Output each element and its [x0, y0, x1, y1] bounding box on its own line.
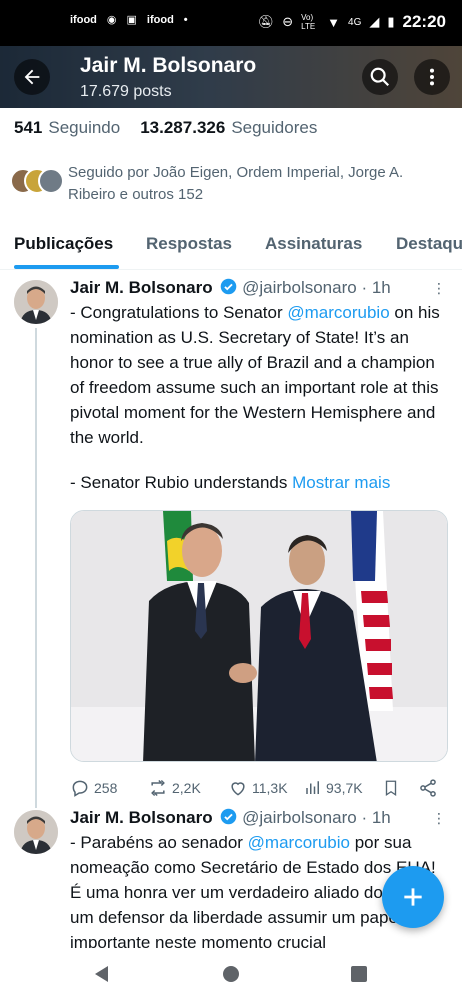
- post-text: - Congratulations to Senator @marcorubio…: [70, 300, 450, 450]
- post-text-part: on his nomination as U.S. Secretary of S…: [70, 303, 440, 447]
- chrome-icon: ◉: [106, 14, 117, 26]
- tab-publicacoes[interactable]: Publicações: [14, 234, 113, 254]
- messages-icon: ▣: [126, 14, 137, 26]
- post-text-part: - Congratulations to Senator: [70, 303, 288, 322]
- reply-icon: [72, 780, 88, 797]
- bookmark-button[interactable]: [382, 778, 400, 798]
- repost-count: 2,2K: [172, 780, 201, 796]
- follower-avatar: [38, 168, 64, 194]
- more-vertical-icon: [429, 68, 435, 86]
- post-header: Jair M. Bolsonaro @jairbolsonaro · 1h: [70, 278, 391, 298]
- post-more-icon[interactable]: ⋮: [432, 810, 446, 827]
- profile-name: Jair M. Bolsonaro: [80, 54, 257, 77]
- mention-link[interactable]: @marcorubio: [287, 303, 389, 322]
- share-button[interactable]: [418, 778, 438, 798]
- post[interactable]: Jair M. Bolsonaro @jairbolsonaro · 1h ⋮ …: [0, 278, 462, 808]
- avatar[interactable]: [14, 810, 58, 854]
- system-nav-bar: [0, 948, 462, 1000]
- ifood-badge: ifood: [70, 13, 97, 26]
- thread-line: [35, 328, 37, 808]
- post-text-continued: - Senator Rubio understands Mostrar mais: [70, 470, 450, 495]
- following-count[interactable]: 541: [14, 118, 42, 138]
- wifi-icon: ▼: [327, 14, 341, 30]
- dnd-icon: ⊖: [282, 14, 294, 29]
- share-icon: [420, 779, 436, 797]
- signal-icon: ◢: [369, 14, 380, 29]
- mute-icon: 🔕︎: [257, 14, 275, 29]
- dot-icon: •: [183, 13, 188, 26]
- author-handle[interactable]: @jairbolsonaro: [242, 278, 357, 297]
- repost-button[interactable]: 2,2K: [148, 778, 201, 798]
- active-tab-indicator: [14, 265, 119, 269]
- followers-count[interactable]: 13.287.326: [140, 118, 225, 138]
- follow-stats: 541 Seguindo 13.287.326 Seguidores: [14, 118, 331, 138]
- reply-count: 258: [94, 780, 118, 796]
- tab-respostas[interactable]: Respostas: [146, 234, 232, 254]
- back-arrow-icon: [24, 69, 40, 85]
- followers-label[interactable]: Seguidores: [231, 118, 317, 138]
- tab-destaques[interactable]: Destaqu: [396, 234, 462, 254]
- volte-label: Vo) LTE: [301, 13, 316, 31]
- post-text-part: - Senator Rubio understands: [70, 473, 293, 492]
- search-icon: [370, 67, 390, 87]
- nav-recents-icon[interactable]: [350, 964, 368, 984]
- views-count: 93,7K: [326, 780, 363, 796]
- battery-icon: ▮: [387, 14, 395, 29]
- following-label[interactable]: Seguindo: [48, 118, 120, 138]
- profile-header: Jair M. Bolsonaro 17.679 posts: [0, 46, 462, 108]
- like-count: 11,3K: [252, 780, 288, 796]
- posts-count: 17.679 posts: [80, 83, 172, 100]
- nav-back-icon[interactable]: [92, 964, 110, 984]
- like-button[interactable]: 11,3K: [228, 778, 288, 798]
- views-chart-icon: [306, 781, 319, 794]
- avatar[interactable]: [14, 280, 58, 324]
- tab-assinaturas[interactable]: Assinaturas: [265, 234, 362, 254]
- compose-button[interactable]: [382, 866, 444, 928]
- post-image[interactable]: [70, 510, 448, 762]
- ifood-badge-2: ifood: [146, 13, 174, 26]
- status-bar: ifood ◉ ▣ ifood • 🔕︎ ⊖ Vo) LTE ▼ 4G ◢ ▮ …: [0, 0, 462, 46]
- more-options-button[interactable]: [414, 59, 450, 95]
- avatar-image: [14, 280, 58, 324]
- post-photo: [71, 511, 447, 761]
- post-actions: 258 2,2K 11,3K 93,7K: [70, 778, 442, 800]
- status-right-icons: 🔕︎ ⊖ Vo) LTE ▼ 4G ◢ ▮ 22:20: [258, 12, 446, 32]
- profile-tabs: Publicações Respostas Assinaturas Destaq…: [0, 228, 462, 270]
- bookmark-icon: [385, 780, 397, 797]
- clock: 22:20: [402, 12, 446, 31]
- post-time: · 1h: [361, 278, 391, 297]
- author-name[interactable]: Jair M. Bolsonaro: [70, 278, 213, 297]
- repost-icon: [151, 779, 165, 797]
- followed-by-text: Seguido por João Eigen, Ordem Imperial, …: [68, 164, 404, 203]
- post-time: · 1h: [361, 808, 391, 827]
- post-more-icon[interactable]: ⋮: [432, 280, 446, 297]
- nav-home-icon[interactable]: [222, 964, 240, 984]
- back-button[interactable]: [14, 59, 50, 95]
- verified-badge-icon: [221, 808, 237, 825]
- network-label: 4G: [348, 16, 362, 28]
- search-button[interactable]: [362, 59, 398, 95]
- post-header: Jair M. Bolsonaro @jairbolsonaro · 1h: [70, 808, 391, 828]
- mention-link[interactable]: @marcorubio: [248, 833, 350, 852]
- heart-icon: [231, 782, 245, 796]
- show-more-link[interactable]: Mostrar mais: [292, 473, 390, 492]
- author-name[interactable]: Jair M. Bolsonaro: [70, 808, 213, 827]
- reply-button[interactable]: 258: [70, 778, 117, 798]
- verified-badge-icon: [221, 278, 237, 295]
- post-text-part: - Parabéns ao senador: [70, 833, 248, 852]
- plus-icon: [404, 888, 422, 906]
- status-left-icons: ifood ◉ ▣ ifood •: [70, 13, 188, 27]
- author-handle[interactable]: @jairbolsonaro: [242, 808, 357, 827]
- avatar-image: [14, 810, 58, 854]
- views-button[interactable]: 93,7K: [304, 778, 363, 798]
